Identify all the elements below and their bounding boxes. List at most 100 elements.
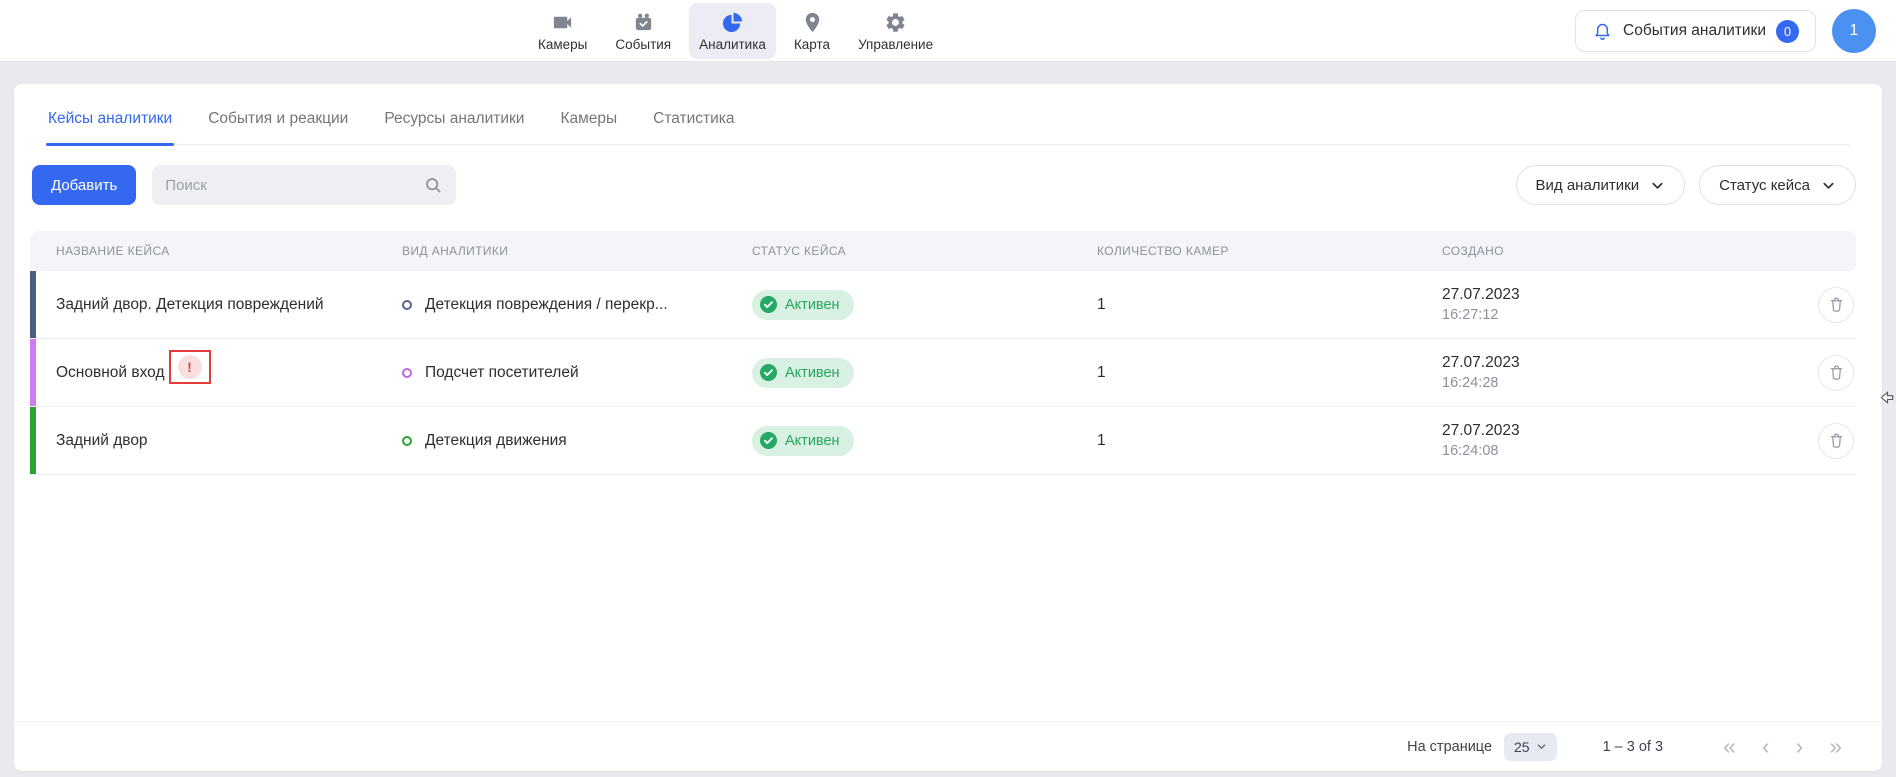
app-screen: Камеры События [0,0,1896,777]
main-navigation: Камеры События [528,0,943,62]
case-name: Задний двор. Детекция повреждений [56,296,324,314]
status-badge: Активен [752,290,854,320]
created-date: 27.07.2023 [1442,286,1792,304]
top-bar: Камеры События [0,0,1896,62]
check-circle-icon [760,364,777,381]
nav-label: Карта [794,37,830,52]
first-page-button[interactable]: « [1723,735,1736,758]
delete-button[interactable] [1818,423,1854,459]
case-color-stripe [30,271,36,338]
filters: Вид аналитики Статус кейса [1516,165,1856,205]
analytics-type-label: Подсчет посетителей [425,364,579,382]
analytics-type-label: Детекция повреждения / перекр... [425,296,668,314]
created-date: 27.07.2023 [1442,422,1792,440]
nav-item-events[interactable]: События [605,3,681,59]
tab-analytics-cases[interactable]: Кейсы аналитики [46,104,174,144]
video-camera-icon [551,11,575,35]
events-count-badge: 0 [1776,20,1799,43]
delete-button[interactable] [1818,355,1854,391]
trash-icon [1828,432,1845,449]
analytics-events-button[interactable]: События аналитики 0 [1575,10,1816,52]
status-badge: Активен [752,358,854,388]
warning-annotation-box: ! [169,350,211,384]
camera-count: 1 [1097,296,1442,314]
events-icon [631,11,655,35]
analytics-type-icon [402,436,412,446]
column-header-type: ВИД АНАЛИТИКИ [402,244,752,258]
next-page-button[interactable]: › [1796,735,1804,758]
per-page-label: На странице [1407,739,1492,755]
trash-icon [1828,364,1845,381]
column-header-status: СТАТУС КЕЙСА [752,244,1097,258]
last-page-button[interactable]: » [1829,735,1842,758]
table-row[interactable]: Основной вход ! Подсчет посетителей Акти… [30,339,1856,407]
case-name: Основной вход [56,364,165,382]
delete-button[interactable] [1818,287,1854,323]
search-input[interactable] [165,177,423,194]
status-label: Активен [785,365,840,381]
camera-count: 1 [1097,364,1442,382]
pager-buttons: « ‹ › » [1723,735,1842,758]
analytics-cases-card: Кейсы аналитики События и реакции Ресурс… [14,84,1882,771]
analytics-type-icon [402,368,412,378]
filter-analytics-type[interactable]: Вид аналитики [1516,165,1686,205]
per-page-value: 25 [1514,739,1530,755]
nav-label: Управление [858,37,933,52]
analytics-events-label: События аналитики [1623,22,1766,40]
created-time: 16:24:08 [1442,443,1792,459]
pie-chart-icon [721,11,745,35]
nav-item-cameras[interactable]: Камеры [528,3,597,59]
search-field[interactable] [152,165,456,205]
chevron-down-icon [1821,178,1836,193]
filter-case-status[interactable]: Статус кейса [1699,165,1856,205]
per-page-select[interactable]: 25 [1504,733,1557,761]
cases-table: НАЗВАНИЕ КЕЙСА ВИД АНАЛИТИКИ СТАТУС КЕЙС… [30,231,1856,475]
analytics-type-icon [402,300,412,310]
chevron-down-icon [1536,741,1547,752]
filter-label: Статус кейса [1719,177,1810,194]
created-time: 16:27:12 [1442,307,1792,323]
case-color-stripe [30,339,36,406]
chevron-down-icon [1650,178,1665,193]
filter-label: Вид аналитики [1536,177,1640,194]
nav-label: События [615,37,671,52]
previous-page-button[interactable]: ‹ [1762,735,1770,758]
status-badge: Активен [752,426,854,456]
tab-analytics-resources[interactable]: Ресурсы аналитики [382,104,526,144]
check-circle-icon [760,432,777,449]
table-row[interactable]: Задний двор. Детекция повреждений ! Дете… [30,271,1856,339]
case-color-stripe [30,407,36,474]
tab-cameras[interactable]: Камеры [558,104,619,144]
table-row[interactable]: Задний двор ! Детекция движения Активен [30,407,1856,475]
nav-item-management[interactable]: Управление [848,3,943,59]
created-date: 27.07.2023 [1442,354,1792,372]
check-circle-icon [760,296,777,313]
top-right-controls: События аналитики 0 1 [1575,0,1876,62]
pagination-bar: На странице 25 1 – 3 of 3 « ‹ › » [14,721,1882,771]
trash-icon [1828,296,1845,313]
warning-icon: ! [178,355,202,379]
search-icon [423,175,443,195]
tab-events-reactions[interactable]: События и реакции [206,104,350,144]
nav-label: Камеры [538,37,587,52]
avatar[interactable]: 1 [1832,9,1876,53]
status-label: Активен [785,297,840,313]
tab-statistics[interactable]: Статистика [651,104,736,144]
tab-bar: Кейсы аналитики События и реакции Ресурс… [46,84,1850,145]
table-header: НАЗВАНИЕ КЕЙСА ВИД АНАЛИТИКИ СТАТУС КЕЙС… [30,231,1856,271]
column-header-created: СОЗДАНО [1442,244,1792,258]
map-pin-icon [800,11,824,35]
page-range-label: 1 – 3 of 3 [1603,739,1663,755]
bell-icon [1592,21,1613,42]
case-name: Задний двор [56,432,148,450]
nav-item-map[interactable]: Карта [784,3,840,59]
camera-count: 1 [1097,432,1442,450]
column-header-name: НАЗВАНИЕ КЕЙСА [30,244,402,258]
nav-item-analytics[interactable]: Аналитика [689,3,776,59]
add-button[interactable]: Добавить [32,165,136,205]
cursor-artifact [1880,390,1895,405]
created-time: 16:24:28 [1442,375,1792,391]
nav-label: Аналитика [699,37,766,52]
status-label: Активен [785,433,840,449]
analytics-type-label: Детекция движения [425,432,567,450]
